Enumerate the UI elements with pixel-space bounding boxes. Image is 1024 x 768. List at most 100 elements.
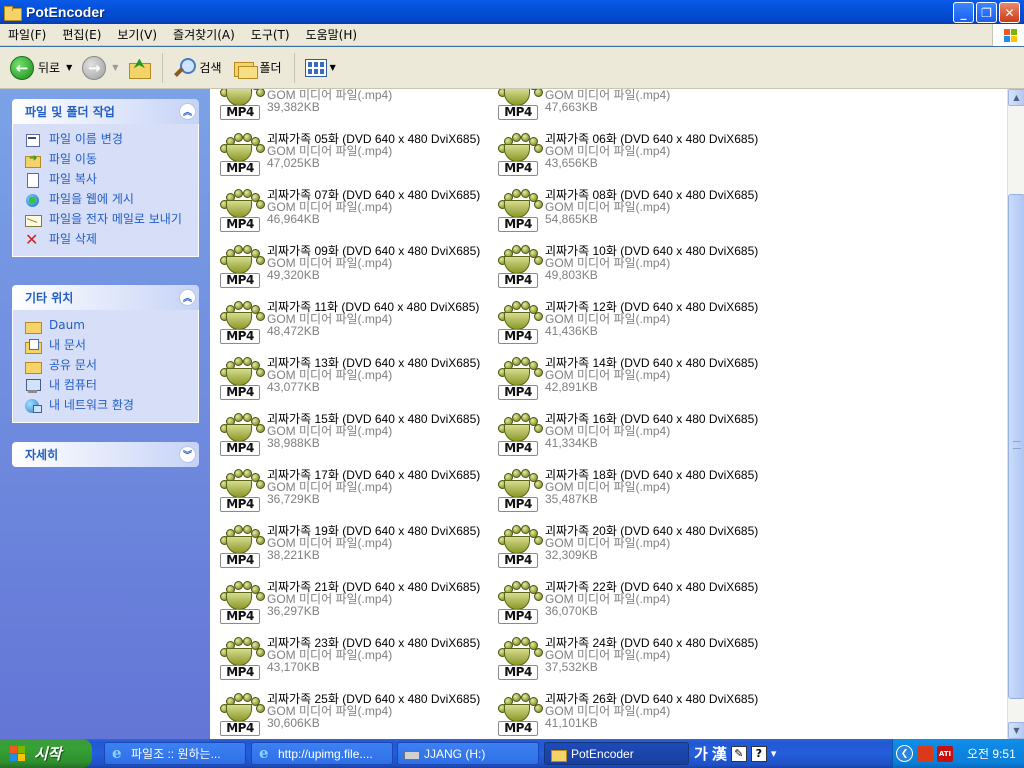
file-item[interactable]: MP4 괴짜가족 19화 (DVD 640 x 480 DviX685) GOM 미… [210,522,488,572]
file-item[interactable]: MP4 괴짜가족 08화 (DVD 640 x 480 DviX685) GOM 미… [488,186,766,236]
file-item[interactable]: MP4 괴짜가족 21화 (DVD 640 x 480 DviX685) GOM 미… [210,578,488,628]
menu-edit[interactable]: 편집(E) [54,24,109,46]
windows-logo-icon [992,24,1024,46]
ati-icon[interactable]: ATI [937,745,953,762]
mp4-badge: MP4 [498,105,538,120]
taskbar-button-label: 파일조 :: 원하는... [131,747,221,761]
search-button[interactable]: 검색 [169,52,225,84]
task-delete[interactable]: ✕ 파일 삭제 [25,230,198,250]
file-item[interactable]: MP4 괴짜가족 15화 (DVD 640 x 480 DviX685) GOM 미… [210,410,488,460]
menu-favorites[interactable]: 즐겨찾기(A) [165,24,243,46]
file-item[interactable]: MP4 괴짜가족 09화 (DVD 640 x 480 DviX685) GOM 미… [210,242,488,292]
menu-file[interactable]: 파일(F) [0,24,54,46]
ime-help[interactable]: ? [750,745,767,762]
taskbar-button-upimg[interactable]: http://upimg.file.... [251,742,393,765]
chevron-down-icon[interactable]: ▼ [66,63,72,72]
task-rename[interactable]: 파일 이름 변경 [25,130,198,150]
tray-expand-icon[interactable]: ❮ [896,745,913,762]
expand-icon[interactable]: ︾ [179,446,196,463]
taskbar-button-jjang[interactable]: JJANG (H:) [397,742,539,765]
scroll-down-button[interactable]: ▼ [1008,722,1024,739]
chevron-down-icon[interactable]: ▼ [330,63,336,72]
views-button[interactable]: ▼ [301,52,340,84]
minimize-button[interactable]: _ [953,2,974,23]
file-tasks-header[interactable]: 파일 및 폴더 작업 ︽ [12,99,199,124]
file-item[interactable]: MP4 괴짜가족 17화 (DVD 640 x 480 DviX685) GOM 미… [210,466,488,516]
mp4-badge: MP4 [220,329,260,344]
taskbar-button-fileo[interactable]: 파일조 :: 원하는... [104,742,246,765]
folders-button[interactable]: 폴더 [228,52,286,84]
clock[interactable]: 오전 9:51 [967,745,1016,762]
mp4-file-icon: MP4 [494,130,543,178]
file-item[interactable]: MP4 괴짜가족 23화 (DVD 640 x 480 DviX685) GOM 미… [210,634,488,684]
place-network[interactable]: 내 네트워크 환경 [25,396,198,416]
menu-tools[interactable]: 도구(T) [243,24,298,46]
file-item[interactable]: MP4 괴짜가족 20화 (DVD 640 x 480 DviX685) GOM 미… [488,522,766,572]
file-item[interactable]: MP4 괴짜가족 18화 (DVD 640 x 480 DviX685) GOM 미… [488,466,766,516]
mp4-badge: MP4 [498,385,538,400]
mp4-file-icon: MP4 [216,522,265,570]
place-label: 공유 문서 [49,358,97,372]
mp4-file-icon: MP4 [216,466,265,514]
details-header[interactable]: 자세히 ︾ [12,442,199,467]
task-publish-web[interactable]: 파일을 웹에 게시 [25,190,198,210]
file-item[interactable]: MP4 GOM 미디어 파일(.mp4) 47,663KB [488,89,766,124]
back-button[interactable]: ← 뒤로 ▼ [6,52,76,84]
ime-lang[interactable]: 가 [694,743,708,764]
menu-view[interactable]: 보기(V) [109,24,165,46]
task-copy[interactable]: 파일 복사 [25,170,198,190]
file-item[interactable]: MP4 괴짜가족 12화 (DVD 640 x 480 DviX685) GOM 미… [488,298,766,348]
ime-hanja[interactable]: 漢 [712,743,727,764]
file-size: 49,803KB [545,268,598,282]
up-button[interactable] [124,52,154,84]
file-item[interactable]: MP4 괴짜가족 06화 (DVD 640 x 480 DviX685) GOM 미… [488,130,766,180]
task-email[interactable]: 파일을 전자 메일로 보내기 [25,210,198,230]
file-item[interactable]: MP4 괴짜가족 22화 (DVD 640 x 480 DviX685) GOM 미… [488,578,766,628]
file-item[interactable]: MP4 괴짜가족 07화 (DVD 640 x 480 DviX685) GOM 미… [210,186,488,236]
documents-icon [25,339,42,354]
menu-help[interactable]: 도움말(H) [298,24,366,46]
file-item[interactable]: MP4 GOM 미디어 파일(.mp4) 39,382KB [210,89,488,124]
file-item[interactable]: MP4 괴짜가족 26화 (DVD 640 x 480 DviX685) GOM 미… [488,690,766,739]
back-label: 뒤로 [38,61,61,75]
collapse-icon[interactable]: ︽ [179,289,196,306]
vertical-scrollbar[interactable]: ▲ ▼ [1007,89,1024,739]
file-item[interactable]: MP4 괴짜가족 25화 (DVD 640 x 480 DviX685) GOM 미… [210,690,488,739]
file-item[interactable]: MP4 괴짜가족 10화 (DVD 640 x 480 DviX685) GOM 미… [488,242,766,292]
tray-app-icon[interactable] [917,745,933,762]
maximize-button[interactable]: ❐ [976,2,997,23]
other-places-header[interactable]: 기타 위치 ︽ [12,285,199,310]
file-item[interactable]: MP4 괴짜가족 14화 (DVD 640 x 480 DviX685) GOM 미… [488,354,766,404]
taskbar-button-potencoder[interactable]: PotEncoder [544,742,689,765]
forward-button[interactable]: → ▼ [78,52,122,84]
ime-tools-icon[interactable]: ✎ [730,745,747,762]
close-button[interactable]: ✕ [999,2,1020,23]
scroll-up-button[interactable]: ▲ [1008,89,1024,106]
mp4-file-icon: MP4 [216,690,265,738]
file-item[interactable]: MP4 괴짜가족 11화 (DVD 640 x 480 DviX685) GOM 미… [210,298,488,348]
mp4-file-icon: MP4 [494,410,543,458]
place-shared-documents[interactable]: 공유 문서 [25,356,198,376]
globe-icon [25,193,41,207]
mp4-file-icon: MP4 [494,242,543,290]
file-item[interactable]: MP4 괴짜가족 16화 (DVD 640 x 480 DviX685) GOM 미… [488,410,766,460]
mp4-badge: MP4 [220,105,260,120]
task-label: 파일 복사 [49,172,97,186]
file-item[interactable]: MP4 괴짜가족 05화 (DVD 640 x 480 DviX685) GOM 미… [210,130,488,180]
chevron-down-icon[interactable]: ▼ [112,63,118,72]
title-bar[interactable]: PotEncoder _ ❐ ✕ [0,0,1024,24]
file-item[interactable]: MP4 괴짜가족 13화 (DVD 640 x 480 DviX685) GOM 미… [210,354,488,404]
scroll-thumb[interactable] [1008,194,1024,699]
place-my-computer[interactable]: 내 컴퓨터 [25,376,198,396]
file-item[interactable]: MP4 괴짜가족 24화 (DVD 640 x 480 DviX685) GOM 미… [488,634,766,684]
file-size: 46,964KB [267,212,320,226]
mp4-file-icon: MP4 [494,634,543,682]
mp4-badge: MP4 [498,609,538,624]
start-button[interactable]: 시작 [0,739,92,768]
file-view[interactable]: MP4 GOM 미디어 파일(.mp4) 39,382KB MP4 GOM 미디어 파일… [210,89,1007,739]
place-my-documents[interactable]: 내 문서 [25,336,198,356]
collapse-icon[interactable]: ︽ [179,103,196,120]
place-daum[interactable]: Daum [25,316,198,336]
task-move[interactable]: 파일 이동 [25,150,198,170]
ime-options-icon[interactable]: ▾ [771,747,777,760]
